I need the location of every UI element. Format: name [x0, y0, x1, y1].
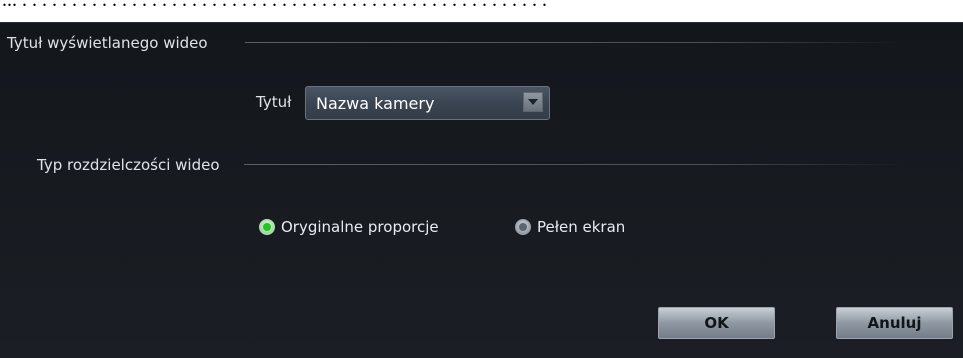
dropdown-arrow-icon[interactable]: [523, 92, 543, 112]
cropped-header-text: ... . . . . . . . . . . . . . . . . . . …: [2, 0, 547, 11]
radio-label: Oryginalne proporcje: [281, 218, 439, 236]
title-select[interactable]: Nazwa kamery: [305, 86, 550, 120]
section-title-video-title: Tytuł wyświetlanego wideo: [7, 34, 208, 52]
radio-label: Pełen ekran: [537, 218, 626, 236]
radio-original-proportions[interactable]: Oryginalne proporcje: [259, 216, 439, 238]
radio-selected-icon[interactable]: [259, 219, 275, 235]
title-label: Tytuł: [256, 93, 292, 111]
section-divider: [244, 164, 904, 165]
display-settings-dialog: Tytuł wyświetlanego wideo Tytuł Nazwa ka…: [0, 22, 963, 358]
radio-unselected-icon[interactable]: [515, 219, 531, 235]
section-divider: [245, 42, 905, 43]
section-title-resolution-type: Typ rozdzielczości wideo: [37, 156, 220, 174]
radio-full-screen[interactable]: Pełen ekran: [515, 216, 625, 238]
ok-button[interactable]: OK: [658, 307, 775, 339]
title-select-value: Nazwa kamery: [316, 94, 435, 113]
cancel-button[interactable]: Anuluj: [836, 307, 953, 339]
